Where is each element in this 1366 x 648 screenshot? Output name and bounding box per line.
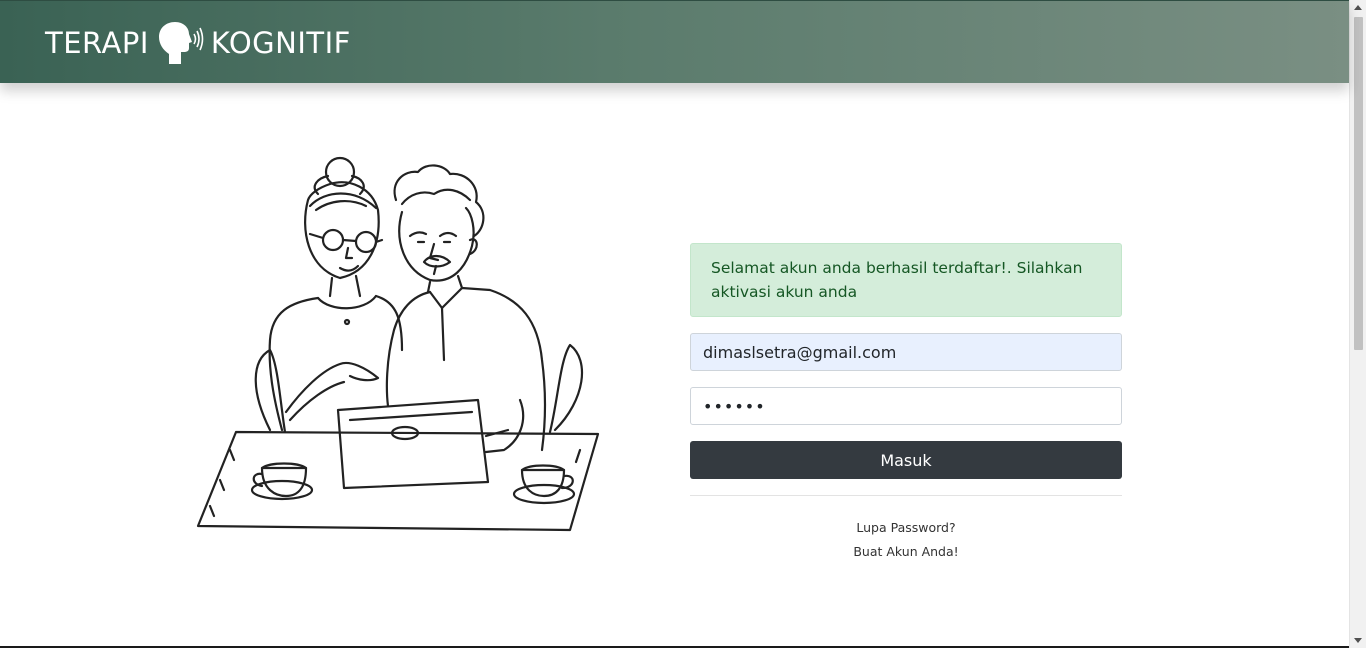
create-account-link[interactable]: Buat Akun Anda! [690, 540, 1122, 564]
scroll-up-arrow-icon[interactable] [1354, 5, 1362, 10]
brand-text-right: KOGNITIF [210, 26, 351, 60]
elderly-couple-laptop-illustration [196, 156, 600, 532]
brand-logo-link[interactable]: TERAPI KOGNITIF [45, 19, 351, 67]
login-button[interactable]: Masuk [690, 441, 1122, 479]
auth-links: Lupa Password? Buat Akun Anda! [690, 516, 1122, 564]
forgot-password-link[interactable]: Lupa Password? [690, 516, 1122, 540]
divider [690, 495, 1122, 496]
email-input[interactable] [690, 333, 1122, 371]
navbar: TERAPI KOGNITIF [0, 0, 1349, 83]
password-input[interactable] [690, 387, 1122, 425]
vertical-scrollbar[interactable] [1349, 0, 1366, 648]
scroll-down-arrow-icon[interactable] [1354, 638, 1362, 643]
success-alert: Selamat akun anda berhasil terdaftar!. S… [690, 243, 1122, 317]
login-panel: Selamat akun anda berhasil terdaftar!. S… [690, 243, 1122, 564]
scroll-thumb[interactable] [1354, 17, 1363, 350]
page: TERAPI KOGNITIF Selamat akun anda berhas… [0, 0, 1366, 648]
speaking-head-icon [158, 22, 204, 64]
brand-text-left: TERAPI [45, 26, 149, 60]
